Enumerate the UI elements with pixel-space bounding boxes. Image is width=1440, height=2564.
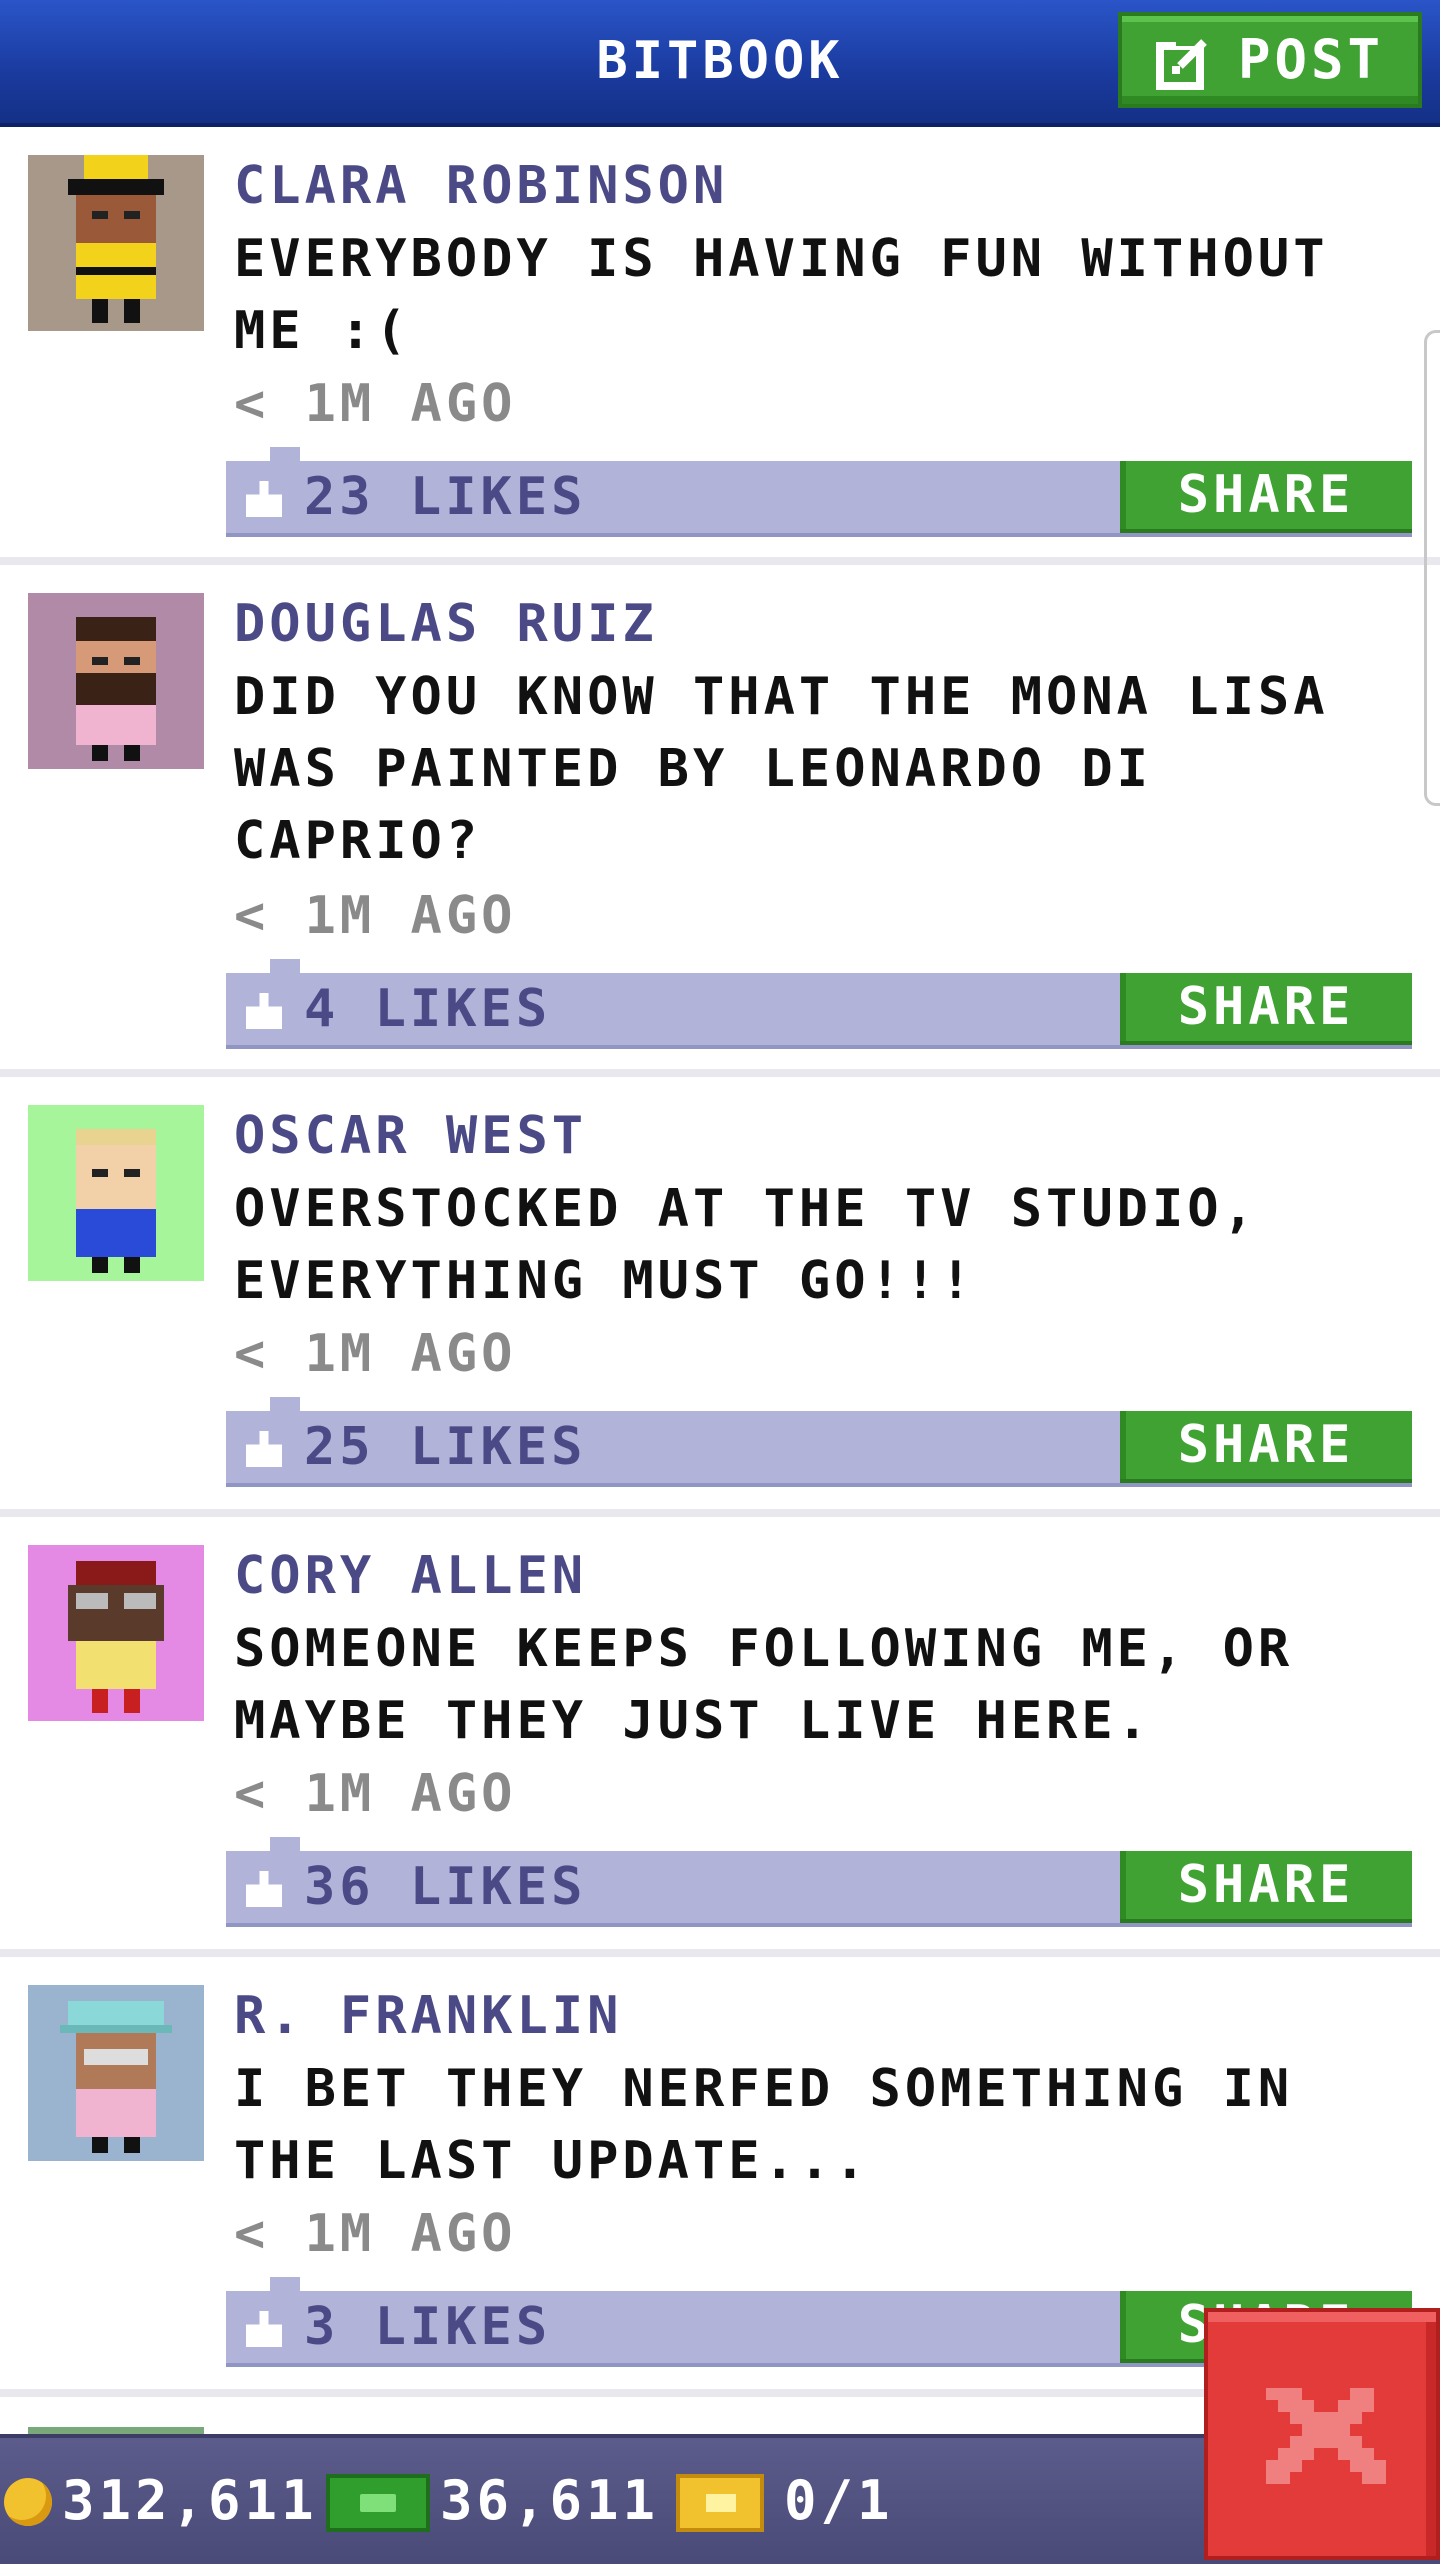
thumbs-up-icon[interactable]	[246, 1871, 282, 1907]
avatar[interactable]	[28, 1985, 204, 2161]
likes-bar: 4 LIKES SHARE	[226, 959, 1412, 1049]
post-author[interactable]: R. FRANKLIN	[234, 1981, 622, 2051]
coin-icon	[4, 2478, 52, 2526]
thumbs-up-icon[interactable]	[246, 1431, 282, 1467]
feed-post: CLARA ROBINSON EVERYBODY IS HAVING FUN W…	[0, 127, 1440, 565]
close-icon	[1266, 2388, 1386, 2484]
post-message: EVERYBODY IS HAVING FUN WITHOUT ME :(	[234, 229, 1329, 361]
likes-bar-tab	[270, 1397, 300, 1413]
likes-bar: 25 LIKES SHARE	[226, 1397, 1412, 1487]
ticket-icon	[676, 2474, 764, 2532]
likes-bar-tab	[270, 2277, 300, 2293]
likes-bar: 36 LIKES SHARE	[226, 1837, 1412, 1927]
share-button[interactable]: SHARE	[1120, 461, 1412, 533]
likes-count: 36 LIKES	[304, 1857, 587, 1917]
avatar-image	[28, 1105, 204, 1281]
thumbs-up-icon[interactable]	[246, 993, 282, 1029]
likes-count: 3 LIKES	[304, 2297, 552, 2357]
ticket-count: 0/1	[784, 2469, 894, 2532]
feed-post: CORY ALLEN SOMEONE KEEPS FOLLOWING ME, O…	[0, 1517, 1440, 1957]
thumbs-up-icon[interactable]	[246, 2311, 282, 2347]
post-time: < 1M AGO	[234, 886, 517, 946]
share-button[interactable]: SHARE	[1120, 973, 1412, 1045]
post-message: OVERSTOCKED AT THE TV STUDIO, EVERYTHING…	[234, 1179, 1258, 1311]
feed-post: OSCAR WEST OVERSTOCKED AT THE TV STUDIO,…	[0, 1077, 1440, 1517]
post-time: < 1M AGO	[234, 1764, 517, 1824]
share-button[interactable]: SHARE	[1120, 1411, 1412, 1483]
avatar-image	[28, 593, 204, 769]
bux-count: 36,611	[440, 2469, 660, 2532]
scroll-indicator[interactable]	[1424, 330, 1440, 806]
avatar-image	[28, 155, 204, 331]
coin-count: 312,611	[62, 2469, 318, 2532]
bux-icon	[326, 2474, 430, 2532]
thumbs-up-icon[interactable]	[246, 481, 282, 517]
post-message: DID YOU KNOW THAT THE MONA LISA WAS PAIN…	[234, 667, 1329, 871]
post-author[interactable]: CLARA ROBINSON	[234, 151, 728, 221]
post-time: < 1M AGO	[234, 374, 517, 434]
avatar-image	[28, 1545, 204, 1721]
post-time: < 1M AGO	[234, 1324, 517, 1384]
likes-count: 4 LIKES	[304, 979, 552, 1039]
likes-bar-tab	[270, 1837, 300, 1853]
post-author[interactable]: CORY ALLEN	[234, 1541, 587, 1611]
likes-bar-tab	[270, 959, 300, 975]
close-button[interactable]	[1204, 2308, 1440, 2560]
avatar-image	[28, 1985, 204, 2161]
avatar[interactable]	[28, 155, 204, 331]
post-message: I BET THEY NERFED SOMETHING IN THE LAST …	[234, 2059, 1294, 2191]
post-author[interactable]: DOUGLAS RUIZ	[234, 589, 658, 659]
app-header: BITBOOK POST	[0, 0, 1440, 127]
post-time: < 1M AGO	[234, 2204, 517, 2264]
feed-post: DOUGLAS RUIZ DID YOU KNOW THAT THE MONA …	[0, 565, 1440, 1077]
post-message: SOMEONE KEEPS FOLLOWING ME, OR MAYBE THE…	[234, 1619, 1294, 1751]
post-button-label: POST	[1238, 28, 1385, 91]
likes-bar-tab	[270, 447, 300, 463]
avatar[interactable]	[28, 1545, 204, 1721]
likes-count: 23 LIKES	[304, 467, 587, 527]
compose-icon	[1156, 38, 1208, 90]
post-author[interactable]: OSCAR WEST	[234, 1101, 587, 1171]
likes-bar: 23 LIKES SHARE	[226, 447, 1412, 537]
share-button[interactable]: SHARE	[1120, 1851, 1412, 1923]
avatar[interactable]	[28, 593, 204, 769]
avatar[interactable]	[28, 1105, 204, 1281]
post-button[interactable]: POST	[1118, 12, 1422, 108]
likes-count: 25 LIKES	[304, 1417, 587, 1477]
